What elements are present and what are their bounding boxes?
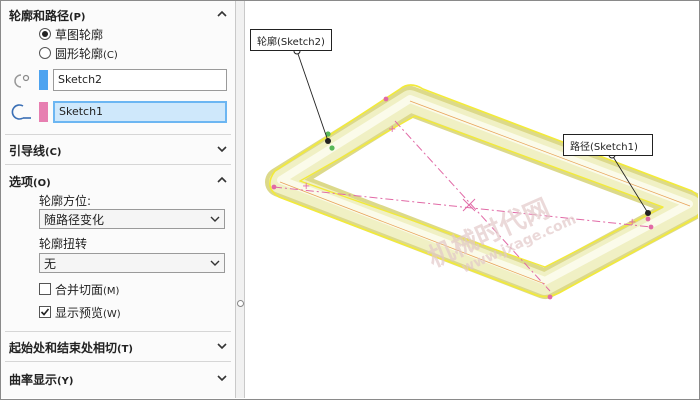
twist-select[interactable]: 无 <box>39 253 225 273</box>
profile-row: Sketch2 <box>9 68 229 92</box>
sweep-preview-model: + + + <box>265 47 698 300</box>
section-header-options[interactable]: 选项(O) <box>1 169 235 191</box>
profile-color-swatch <box>39 70 48 90</box>
section-title: 引导线 <box>9 144 46 158</box>
chevron-up-icon[interactable] <box>217 175 227 185</box>
section-title-key: (P) <box>69 12 86 23</box>
checkbox-label: 合并切面 <box>55 283 104 297</box>
profile-input[interactable]: Sketch2 <box>53 69 227 91</box>
divider <box>5 134 231 135</box>
path-input[interactable]: Sketch1 <box>53 101 227 123</box>
radio-button-on[interactable] <box>39 28 51 40</box>
sketch-point[interactable] <box>271 184 277 190</box>
checkbox-checked[interactable] <box>39 306 51 318</box>
chevron-down-icon <box>210 216 220 222</box>
sweep-property-panel: 轮廓和路径(P) 草图轮廓 圆形轮廓(C) Sketch2 Sketch1 引导… <box>1 1 236 398</box>
divider <box>5 361 231 362</box>
checkmark-icon <box>40 308 50 316</box>
profile-handle-point[interactable] <box>329 145 335 151</box>
sketch-point[interactable] <box>645 216 651 222</box>
section-header-start-end-tangency[interactable]: 起始处和结束处相切(T) <box>1 335 235 357</box>
orientation-value: 随路径变化 <box>44 213 105 227</box>
radio-label: 草图轮廓 <box>55 28 104 42</box>
leader-end-dot <box>325 138 331 144</box>
panel-splitter[interactable] <box>236 1 245 398</box>
path-icon <box>11 104 31 120</box>
radio-key: (C) <box>103 50 118 61</box>
profile-callout[interactable]: 轮廓(Sketch2) <box>250 29 332 51</box>
plus-mark: + <box>302 181 310 192</box>
section-title: 起始处和结束处相切 <box>9 341 118 355</box>
orientation-select[interactable]: 随路径变化 <box>39 209 225 229</box>
checkbox-key: (M) <box>103 286 120 297</box>
twist-label: 轮廓扭转 <box>39 237 88 251</box>
profile-icon <box>14 74 30 88</box>
checkbox-unchecked[interactable] <box>39 283 51 295</box>
plus-mark: + <box>388 124 396 135</box>
section-title: 曲率显示 <box>9 373 58 387</box>
section-title-key: (O) <box>33 178 51 189</box>
radio-label: 圆形轮廓 <box>55 47 104 61</box>
radio-button-off[interactable] <box>39 47 51 59</box>
plus-mark: + <box>628 217 636 228</box>
leader-end-dot <box>645 210 651 216</box>
section-title: 选项 <box>9 175 34 189</box>
sketch-point[interactable] <box>383 96 389 102</box>
chevron-up-icon[interactable] <box>217 9 227 19</box>
checkbox-label: 显示预览 <box>55 306 104 320</box>
chevron-down-icon[interactable] <box>217 373 227 383</box>
splitter-grip-icon[interactable] <box>237 300 244 307</box>
chevron-down-icon[interactable] <box>217 144 227 154</box>
path-row: Sketch1 <box>9 100 229 124</box>
section-title-key: (T) <box>117 344 133 355</box>
twist-value: 无 <box>44 257 57 271</box>
chevron-down-icon <box>210 260 220 266</box>
divider <box>5 164 231 165</box>
sketch-point[interactable] <box>648 224 654 230</box>
path-callout[interactable]: 路径(Sketch1) <box>563 134 653 156</box>
sketch-point[interactable] <box>547 294 553 300</box>
checkbox-key: (W) <box>103 309 121 320</box>
section-title: 轮廓和路径 <box>9 9 70 23</box>
orientation-label: 轮廓方位: <box>39 194 92 208</box>
section-header-curvature-display[interactable]: 曲率显示(Y) <box>1 367 235 389</box>
section-header-profile-path[interactable]: 轮廓和路径(P) <box>1 3 235 25</box>
section-title-key: (Y) <box>57 376 74 387</box>
chevron-down-icon[interactable] <box>217 341 227 351</box>
divider <box>5 331 231 332</box>
profile-leader-line <box>296 50 329 142</box>
section-header-guide-curves[interactable]: 引导线(C) <box>1 138 235 160</box>
section-title-key: (C) <box>45 147 62 158</box>
graphics-viewport[interactable]: + + + 轮廓(Sketch2) 路径(Sketch1) 机械时代网 www.… <box>245 1 698 398</box>
path-color-swatch <box>39 102 48 122</box>
